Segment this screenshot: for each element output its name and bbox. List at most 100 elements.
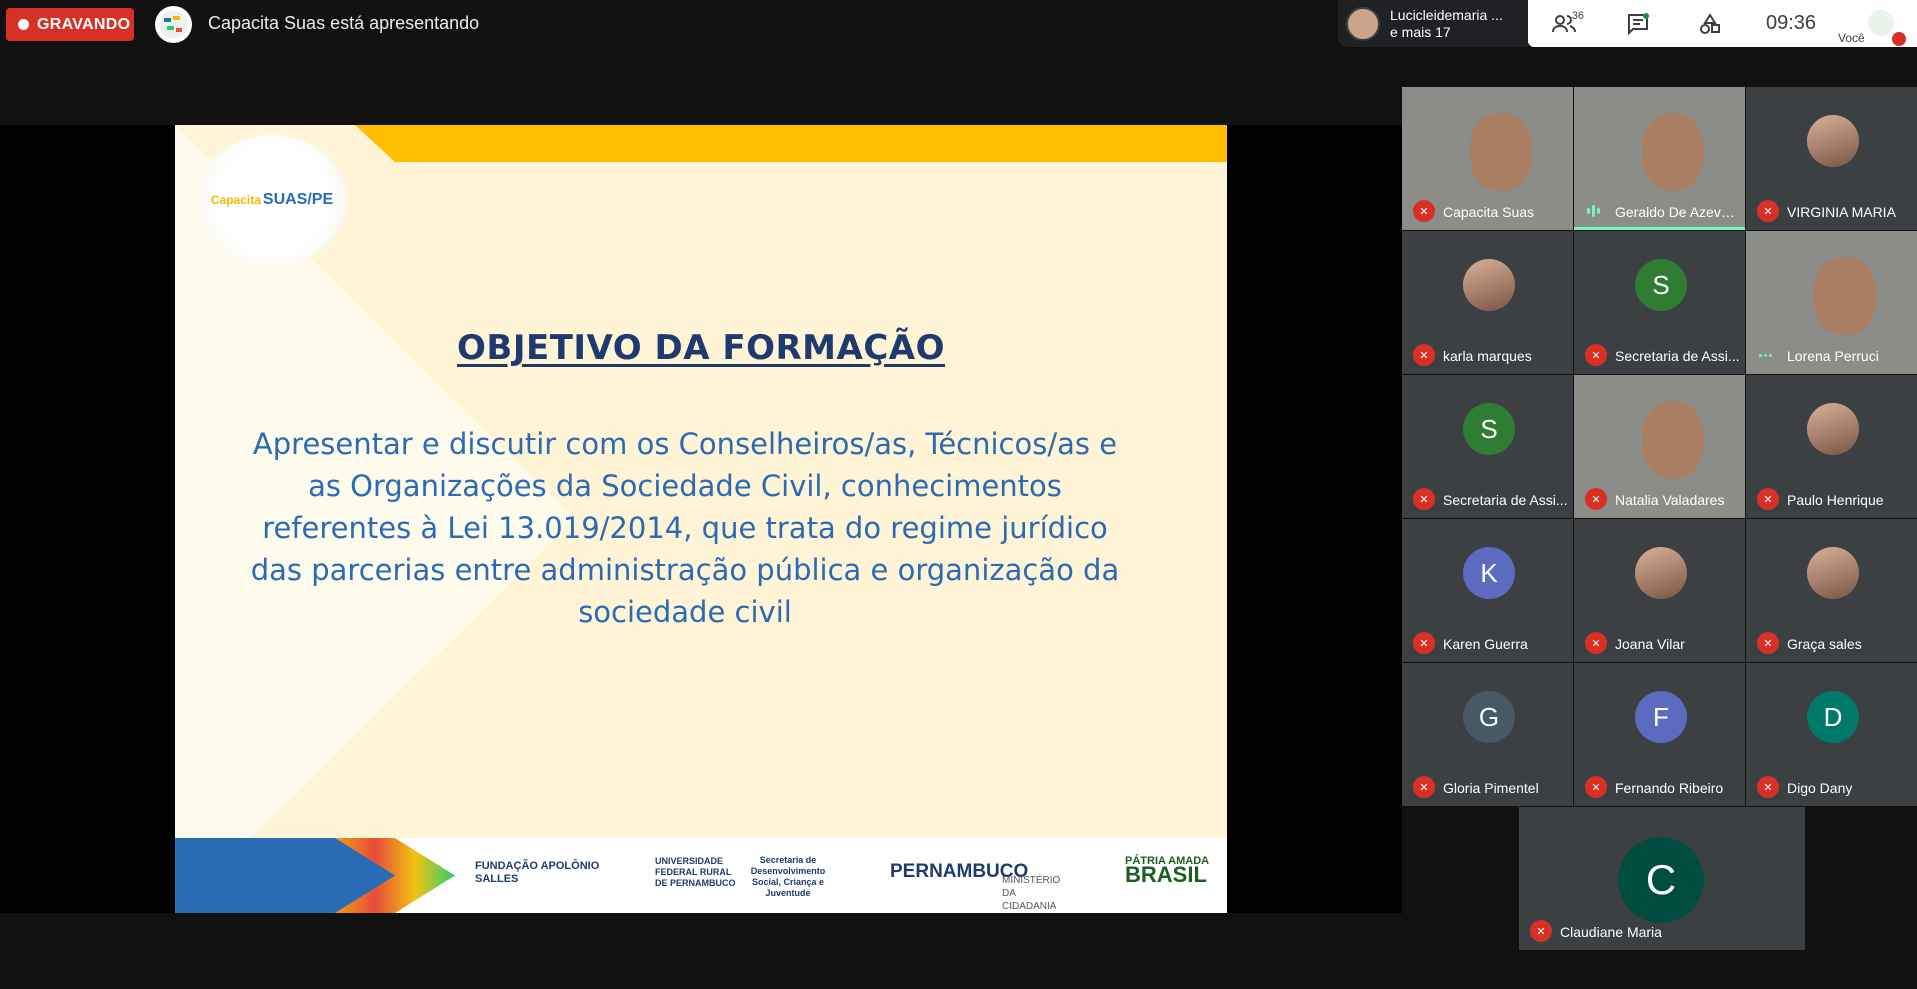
participant-tile[interactable]: D ✕ Digo Dany xyxy=(1746,663,1917,806)
presenting-status: Capacita Suas está apresentando xyxy=(208,13,480,33)
participant-avatar xyxy=(1635,547,1687,599)
participant-avatar: G xyxy=(1463,691,1515,743)
self-label: Você xyxy=(1838,31,1865,45)
slide-footer-logos: FUNDAÇÃO APOLÔNIO SALLES UNIVERSIDADE FE… xyxy=(175,838,1227,913)
participant-name: Karen Guerra xyxy=(1443,636,1528,652)
participant-video xyxy=(1470,112,1533,191)
recording-badge: GRAVANDO xyxy=(6,8,134,41)
mic-off-icon: ✕ xyxy=(1413,776,1435,798)
participant-name: Claudiane Maria xyxy=(1560,924,1662,940)
participant-tile[interactable]: ✕ Capacita Suas xyxy=(1402,87,1573,230)
participant-tile[interactable]: ✕ Paulo Henrique xyxy=(1746,375,1917,518)
viewer-name: Lucicleidemaria ... xyxy=(1390,6,1503,23)
participant-tile[interactable]: Geraldo De Azeve... xyxy=(1574,87,1745,230)
participant-tile[interactable]: ✕ karla marques xyxy=(1402,231,1573,374)
participant-avatar: C xyxy=(1618,837,1704,923)
participant-name: Graça sales xyxy=(1787,636,1862,652)
mic-off-icon: ✕ xyxy=(1413,488,1435,510)
participant-name: Capacita Suas xyxy=(1443,204,1535,220)
mic-off-icon: ✕ xyxy=(1585,344,1607,366)
mic-off-icon: ✕ xyxy=(1757,200,1779,222)
logo-prefix: Capacita xyxy=(210,193,261,207)
mic-off-icon: ✕ xyxy=(1757,488,1779,510)
mic-off-icon: ✕ xyxy=(1757,632,1779,654)
presentation-slide: Capacita SUAS/PE OBJETIVO DA FORMAÇÃO Apr… xyxy=(175,125,1227,913)
brasil-logo: BRASIL xyxy=(1125,862,1207,887)
presentation-stage: Capacita SUAS/PE OBJETIVO DA FORMAÇÃO Apr… xyxy=(0,125,1402,913)
slide-title: OBJETIVO DA FORMAÇÃO xyxy=(457,328,945,368)
participant-tile[interactable]: C ✕ Claudiane Maria xyxy=(1519,807,1805,950)
recording-label: GRAVANDO xyxy=(37,15,131,33)
mic-off-icon: ✕ xyxy=(1413,632,1435,654)
slide-gold-bar xyxy=(355,125,1227,162)
participant-tile[interactable]: ✕ Graça sales xyxy=(1746,519,1917,662)
mic-off-icon: ✕ xyxy=(1585,488,1607,510)
ministerio-logo: MINISTÉRIO DA CIDADANIA xyxy=(1002,875,1061,912)
participant-avatar: K xyxy=(1463,547,1515,599)
participant-name: Digo Dany xyxy=(1787,780,1853,796)
participant-tile[interactable]: K ✕ Karen Guerra xyxy=(1402,519,1573,662)
participant-avatar xyxy=(1463,259,1515,311)
viewers-chip[interactable]: Lucicleidemaria ... e mais 17 xyxy=(1338,0,1528,47)
slide-body: Apresentar e discutir com os Conselheiro… xyxy=(250,427,1120,629)
mic-off-icon: ✕ xyxy=(1585,632,1607,654)
participant-name: Fernando Ribeiro xyxy=(1615,780,1724,796)
participant-avatar: S xyxy=(1635,259,1687,311)
participant-tile[interactable]: ✕ Natalia Valadares xyxy=(1574,375,1745,518)
capacita-logo-icon xyxy=(159,10,188,39)
activities-button[interactable] xyxy=(1694,8,1726,40)
meeting-topbar: GRAVANDO Capacita Suas está apresentando… xyxy=(0,0,1917,48)
participant-tile[interactable]: S ✕ Secretaria de Assi... xyxy=(1574,231,1745,374)
mic-off-icon: ✕ xyxy=(1530,920,1552,942)
mic-off-icon: ✕ xyxy=(1413,344,1435,366)
recording-dot-icon xyxy=(18,19,29,30)
participant-name: Joana Vilar xyxy=(1615,636,1685,652)
participant-name: Geraldo De Azeve... xyxy=(1615,204,1740,220)
secretaria-logo: Secretaria de Desenvolvimento Social, Cr… xyxy=(750,855,826,898)
logo-text: SUAS/PE xyxy=(262,191,334,208)
meeting-controls: 36 09:36 Você xyxy=(1528,0,1917,47)
self-avatar xyxy=(1868,10,1894,36)
participant-avatar: S xyxy=(1463,403,1515,455)
participant-avatar xyxy=(1807,115,1859,167)
presenter-avatar xyxy=(155,6,192,43)
fundacao-logo: FUNDAÇÃO APOLÔNIO SALLES xyxy=(475,860,600,885)
participant-tile[interactable]: F ✕ Fernando Ribeiro xyxy=(1574,663,1745,806)
viewer-more: e mais 17 xyxy=(1390,23,1451,40)
participant-avatar: F xyxy=(1635,691,1687,743)
participant-tile[interactable]: ✕ VIRGINIA MARIA xyxy=(1746,87,1917,230)
participant-name: karla marques xyxy=(1443,348,1532,364)
speaking-indicator-icon xyxy=(1587,203,1605,219)
participant-video xyxy=(1814,256,1877,335)
chat-button[interactable] xyxy=(1622,8,1654,40)
meeting-clock: 09:36 xyxy=(1766,12,1817,34)
participant-video xyxy=(1642,400,1705,479)
participant-avatar: D xyxy=(1807,691,1859,743)
self-tile-mini[interactable]: Você xyxy=(1838,4,1908,46)
participant-name: Paulo Henrique xyxy=(1787,492,1884,508)
mic-off-icon: ✕ xyxy=(1413,200,1435,222)
participant-avatar xyxy=(1807,403,1859,455)
mic-off-icon xyxy=(1892,32,1906,46)
participants-count: 36 xyxy=(1571,10,1584,22)
capacita-suas-logo: Capacita SUAS/PE xyxy=(197,135,347,265)
mic-off-icon: ✕ xyxy=(1585,776,1607,798)
participant-video xyxy=(1642,112,1705,191)
audio-dots-icon xyxy=(1759,347,1777,363)
participant-tile[interactable]: Lorena Perruci xyxy=(1746,231,1917,374)
participant-name: VIRGINIA MARIA xyxy=(1787,204,1896,220)
viewer-avatar xyxy=(1346,6,1380,41)
people-button[interactable]: 36 xyxy=(1548,8,1584,40)
participant-name: Natalia Valadares xyxy=(1615,492,1725,508)
participant-tile[interactable]: S ✕ Secretaria de Assi... xyxy=(1402,375,1573,518)
shapes-icon xyxy=(1700,13,1720,34)
participant-name: Secretaria de Assi... xyxy=(1443,492,1568,508)
mic-off-icon: ✕ xyxy=(1757,776,1779,798)
ufrpe-logo: UNIVERSIDADE FEDERAL RURAL DE PERNAMBUCO xyxy=(655,856,736,888)
participant-name: Lorena Perruci xyxy=(1787,348,1879,364)
participant-name: Secretaria de Assi... xyxy=(1615,348,1740,364)
participant-tile[interactable]: ✕ Joana Vilar xyxy=(1574,519,1745,662)
participant-name: Gloria Pimentel xyxy=(1443,780,1539,796)
chat-icon xyxy=(1628,13,1649,35)
participant-tile[interactable]: G ✕ Gloria Pimentel xyxy=(1402,663,1573,806)
